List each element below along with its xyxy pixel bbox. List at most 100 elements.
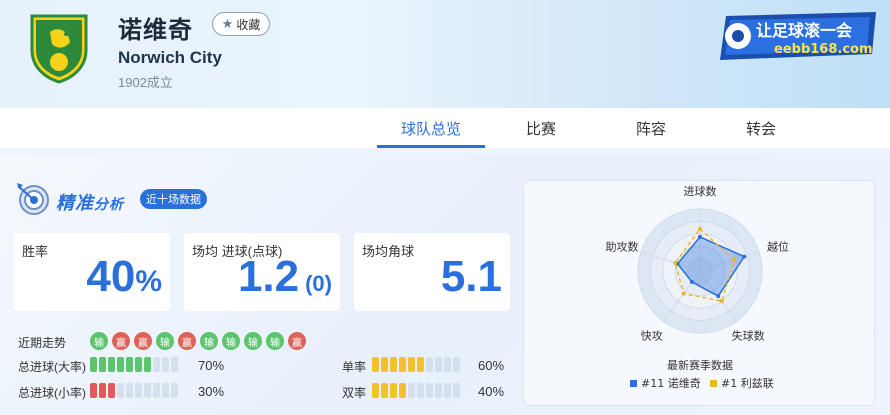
trend-result: 输 — [244, 332, 262, 350]
radar-axis-label: 快攻 — [641, 329, 663, 343]
radar-axis-label: 进球数 — [684, 184, 717, 198]
radar-point — [698, 234, 702, 239]
radar-caption: 最新赛季数据 — [667, 358, 733, 372]
recent-ten-badge: 近十场数据 — [140, 189, 207, 209]
trend-result: 赢 — [134, 332, 152, 350]
win-rate-label: 胜率 — [22, 244, 49, 259]
radar-point — [719, 299, 724, 304]
bar-segment — [435, 357, 442, 372]
tab-overview[interactable]: 球队总览 — [377, 108, 485, 148]
bar-segment — [117, 357, 124, 372]
bar-segment — [417, 383, 424, 398]
trend-result: 输 — [156, 332, 174, 350]
bar-segment — [153, 357, 160, 372]
radar-axis-label: 助攻数 — [606, 239, 639, 253]
tab-matches[interactable]: 比赛 — [491, 108, 591, 148]
radar-point — [698, 226, 702, 231]
bar-segment — [126, 383, 133, 398]
bar-segment — [408, 357, 415, 372]
even-rate-bar — [372, 383, 460, 398]
radar-point — [732, 257, 737, 262]
over-rate-pct: 70% — [198, 358, 225, 373]
bar-segment — [372, 357, 379, 372]
brand-text: 让足球滚一会 — [756, 21, 852, 40]
bar-segment — [108, 357, 115, 372]
active-tab-indicator — [377, 145, 485, 148]
trend-result: 赢 — [178, 332, 196, 350]
radar-point — [689, 280, 694, 285]
recent-trend: 输赢赢输赢输输输输赢 — [90, 332, 306, 350]
over-rate-label: 总进球(大率) — [18, 360, 86, 374]
bar-segment — [117, 383, 124, 398]
bar-segment — [381, 383, 388, 398]
trend-result: 输 — [200, 332, 218, 350]
bar-segment — [135, 383, 142, 398]
win-rate-card: 胜率 40% — [14, 233, 170, 311]
bar-segment — [372, 383, 379, 398]
bar-segment — [135, 357, 142, 372]
bar-segment — [108, 383, 115, 398]
radar-point — [681, 291, 686, 296]
bar-segment — [126, 357, 133, 372]
team-name: 诺维奇 — [118, 17, 193, 44]
favorite-label: 收藏 — [236, 17, 261, 32]
bar-segment — [381, 357, 388, 372]
radar-chart: 进球数越位失球数 快攻 助攻数最新赛季数据 #11 诺维奇 #1 利兹联 — [606, 184, 789, 390]
trend-result: 输 — [222, 332, 240, 350]
radar-axis-label: 失球数 — [732, 329, 765, 343]
bar-segment — [99, 357, 106, 372]
bar-segment — [390, 383, 397, 398]
tab-transfers[interactable]: 转会 — [711, 108, 811, 148]
bar-segment — [153, 383, 160, 398]
founded-year: 1902成立 — [118, 75, 173, 90]
odd-rate-pct: 60% — [478, 358, 505, 373]
radar-point — [716, 294, 721, 299]
legend-swatch — [710, 380, 717, 387]
target-icon — [17, 183, 49, 215]
legend-label: #11 诺维奇 — [641, 377, 701, 390]
over-rate-bar — [90, 357, 178, 372]
odd-rate-bar — [372, 357, 460, 372]
bar-segment — [399, 357, 406, 372]
avg-corners-card: 场均角球 5.1 — [354, 233, 510, 311]
trend-result: 赢 — [288, 332, 306, 350]
brand-url: eebb168.com — [774, 42, 873, 57]
avg-corners-label: 场均角球 — [362, 244, 415, 259]
favorite-button[interactable]: ★ 收藏 — [212, 12, 270, 36]
bar-segment — [390, 357, 397, 372]
bar-segment — [408, 383, 415, 398]
avg-goals-card: 场均 进球(点球) 1.2 (0) — [184, 233, 340, 311]
bar-segment — [399, 383, 406, 398]
radar-axis-label: 越位 — [767, 239, 789, 253]
bar-segment — [444, 383, 451, 398]
bar-segment — [453, 383, 460, 398]
star-icon: ★ — [221, 16, 234, 31]
trend-result: 输 — [90, 332, 108, 350]
bar-segment — [426, 357, 433, 372]
legend-label: #1 利兹联 — [721, 377, 774, 390]
bar-segment — [99, 383, 106, 398]
recent-trend-label: 近期走势 — [18, 336, 67, 350]
even-rate-pct: 40% — [478, 384, 505, 399]
analysis-title: 精准分析 — [56, 189, 124, 215]
analysis-title-main: 精准 — [56, 193, 94, 213]
bar-segment — [144, 357, 151, 372]
brand-logo[interactable]: 让足球滚一会 eebb168.com — [716, 8, 882, 66]
win-rate-value: 40% — [86, 252, 162, 301]
bar-segment — [417, 357, 424, 372]
legend-swatch — [630, 380, 637, 387]
bar-segment — [162, 357, 169, 372]
radar-chart-box: 进球数越位失球数 快攻 助攻数最新赛季数据 #11 诺维奇 #1 利兹联 — [523, 180, 875, 406]
under-rate-label: 总进球(小率) — [18, 386, 86, 400]
bar-segment — [426, 383, 433, 398]
analysis-title-sub: 分析 — [94, 196, 124, 212]
trend-result: 输 — [266, 332, 284, 350]
under-rate-pct: 30% — [198, 384, 225, 399]
odd-rate-label: 单率 — [342, 360, 367, 374]
tab-squad[interactable]: 阵容 — [601, 108, 701, 148]
bar-segment — [90, 357, 97, 372]
bar-segment — [444, 357, 451, 372]
bar-segment — [171, 357, 178, 372]
trend-result: 赢 — [112, 332, 130, 350]
avg-corners-value: 5.1 — [440, 252, 502, 301]
